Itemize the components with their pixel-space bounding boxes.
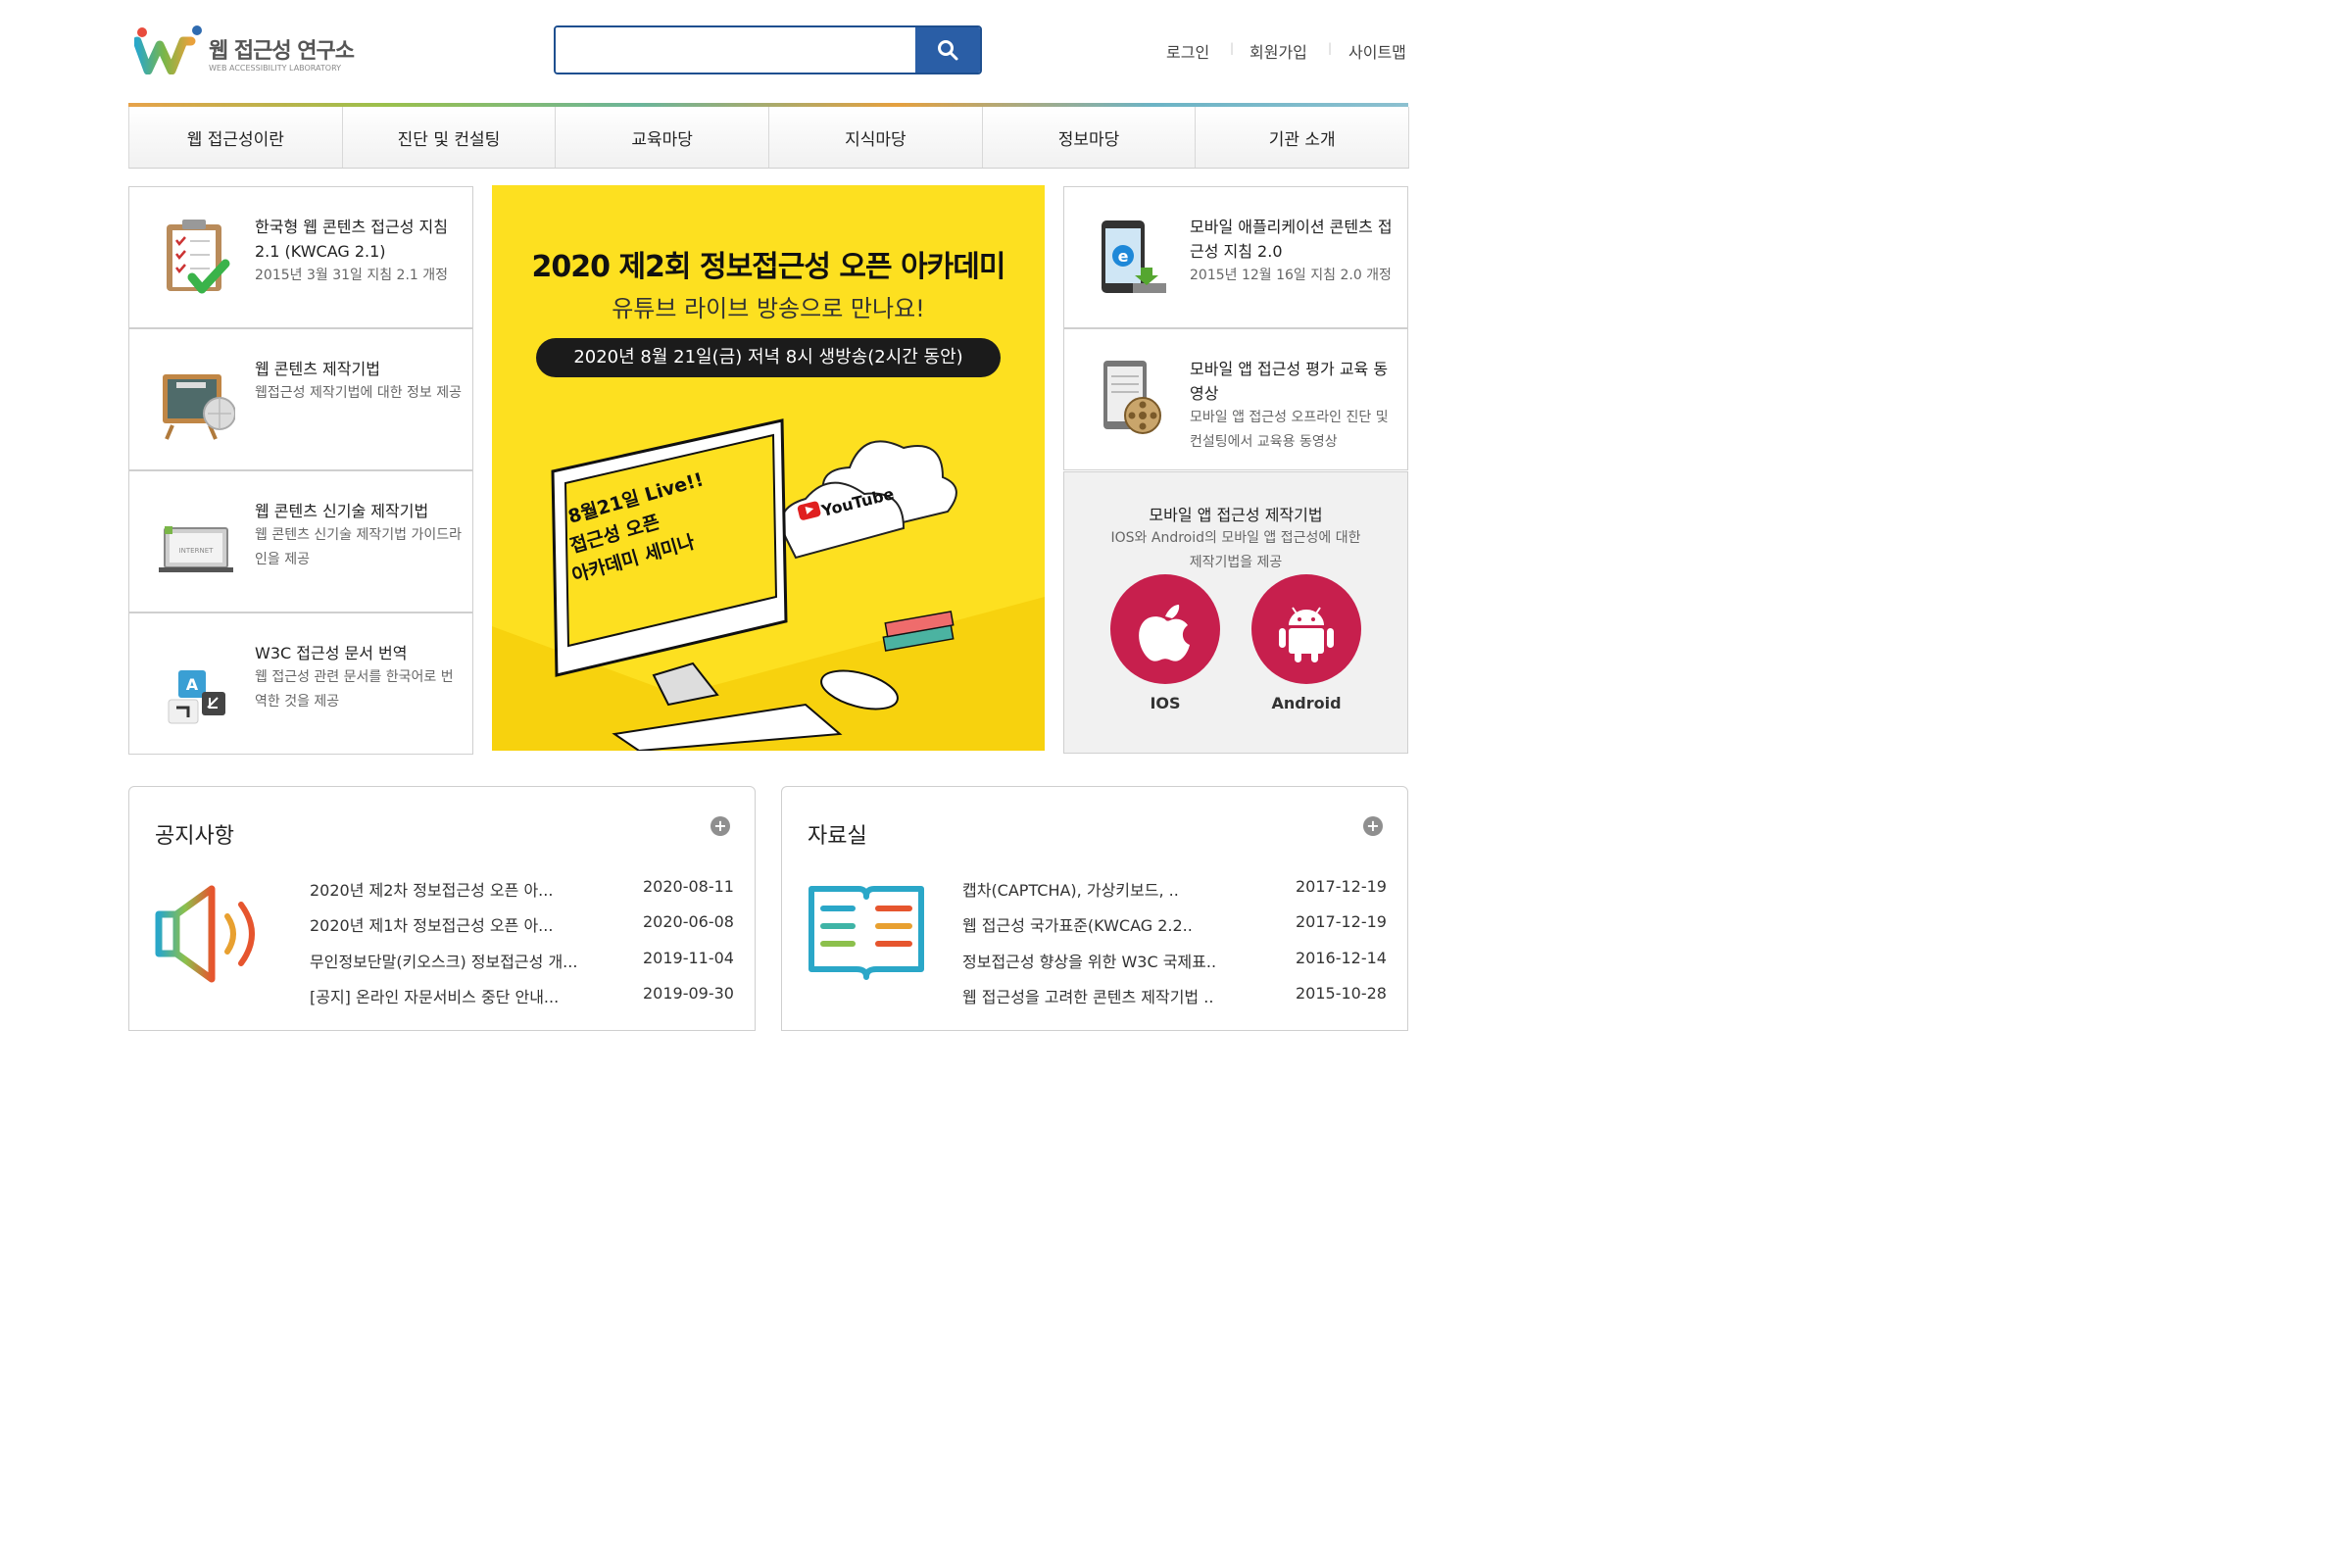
mobile-techniques-box: 모바일 앱 접근성 제작기법 IOS와 Android의 모바일 앱 접근성에 … <box>1063 471 1408 754</box>
blackboard-globe-icon <box>163 374 235 440</box>
card-title: 웹 콘텐츠 제작기법 <box>255 360 380 378</box>
notice-row-date: 2020-06-08 <box>643 912 734 931</box>
search-icon <box>938 40 958 61</box>
archive-row-title[interactable]: 웹 접근성 국가표준(KWCAG 2.2.. <box>962 912 1193 936</box>
logo-title: 웹 접근성 연구소 <box>209 39 355 64</box>
search-input[interactable] <box>556 27 938 73</box>
checklist-clipboard-icon <box>167 220 230 294</box>
notice-row-title[interactable]: 무인정보단말(키오스크) 정보접근성 개... <box>310 949 577 972</box>
divider: | <box>1328 41 1333 55</box>
event-banner[interactable]: 2020 제2회 정보접근성 오픈 아카데미 유튜브 라이브 방송으로 만나요!… <box>492 185 1045 751</box>
card-mobile-video[interactable]: 모바일 앱 접근성 평가 교육 동영상모바일 앱 접근성 오프라인 진단 및 컨… <box>1063 328 1408 470</box>
android-label[interactable]: Android <box>1251 694 1361 712</box>
nav-item-institution[interactable]: 기관 소개 <box>1196 107 1410 168</box>
notice-title: 공지사항 <box>155 824 234 849</box>
notice-row[interactable]: 2020년 제1차 정보접근성 오픈 아... 2020-06-08 <box>310 912 734 936</box>
mobile-box-desc-line2: 제작기법을 제공 <box>1189 555 1283 570</box>
svg-text:INTERNET: INTERNET <box>179 547 215 555</box>
card-new-tech[interactable]: INTERNET 웹 콘텐츠 신기술 제작기법웹 콘텐츠 신기술 제작기법 가이… <box>128 470 473 612</box>
card-title: W3C 접근성 문서 번역 <box>255 644 408 662</box>
archive-row-title[interactable]: 캡차(CAPTCHA), 가상키보드, .. <box>962 877 1179 901</box>
svg-text:A: A <box>186 675 199 694</box>
card-desc: 2015년 3월 31일 지침 2.1 개정 <box>255 268 449 283</box>
card-desc: 웹접근성 제작기법에 대한 정보 제공 <box>255 385 462 401</box>
archive-row-date: 2016-12-14 <box>1296 949 1387 967</box>
card-desc: 2015년 12월 16일 지침 2.0 개정 <box>1190 268 1392 283</box>
main-nav: 웹 접근성이란 진단 및 컨설팅 교육마당 지식마당 정보마당 기관 소개 <box>128 107 1410 169</box>
svg-text:e: e <box>1118 247 1129 266</box>
android-button[interactable] <box>1251 574 1361 684</box>
archive-row[interactable]: 웹 접근성 국가표준(KWCAG 2.2.. 2017-12-19 <box>962 912 1387 936</box>
tablet-film-reel-icon <box>1103 361 1161 434</box>
notice-row[interactable]: 무인정보단말(키오스크) 정보접근성 개... 2019-11-04 <box>310 949 734 972</box>
archive-row[interactable]: 웹 접근성을 고려한 콘텐츠 제작기법 .. 2015-10-28 <box>962 984 1387 1007</box>
sitemap-link[interactable]: 사이트맵 <box>1348 39 1406 63</box>
nav-item-information[interactable]: 정보마당 <box>983 107 1197 168</box>
banner-title: 2020 제2회 정보접근성 오픈 아카데미 <box>531 250 1006 284</box>
archive-row-date: 2015-10-28 <box>1296 984 1387 1003</box>
archive-row-date: 2017-12-19 <box>1296 877 1387 896</box>
search-box <box>554 25 982 74</box>
card-title: 모바일 애플리케이션 콘텐츠 접근성 지침 2.0 <box>1190 218 1393 261</box>
divider: | <box>1230 41 1235 55</box>
login-link[interactable]: 로그인 <box>1166 39 1209 63</box>
card-mobile-guidelines[interactable]: e 모바일 애플리케이션 콘텐츠 접근성 지침 2.0 2015년 12월 16일… <box>1063 186 1408 328</box>
archive-row-title[interactable]: 정보접근성 향상을 위한 W3C 국제표.. <box>962 949 1216 972</box>
banner-date-pill: 2020년 8월 21일(금) 저녁 8시 생방송(2시간 동안) <box>536 338 1001 377</box>
card-desc: 웹 접근성 관련 문서를 한국어로 번역한 것을 제공 <box>255 669 454 710</box>
open-book-icon <box>808 886 924 980</box>
notice-row[interactable]: [공지] 온라인 자문서비스 중단 안내... 2019-09-30 <box>310 984 734 1007</box>
notice-more-button[interactable]: + <box>710 816 730 836</box>
signup-link[interactable]: 회원가입 <box>1250 39 1307 63</box>
speaker-icon <box>155 885 255 983</box>
nav-item-consulting[interactable]: 진단 및 컨설팅 <box>343 107 557 168</box>
notice-board: 공지사항 + 2020년 제2차 정보접근성 오픈 아... 2020-08-11… <box>128 786 756 1031</box>
nav-item-education[interactable]: 교육마당 <box>556 107 770 168</box>
notice-row[interactable]: 2020년 제2차 정보접근성 오픈 아... 2020-08-11 <box>310 877 734 901</box>
archive-more-button[interactable]: + <box>1363 816 1383 836</box>
monitor-illustration: YouTube 8월21일 Live!! 접근성 오픈 아카데미 세미나 <box>492 418 1045 751</box>
android-icon <box>1279 607 1334 662</box>
card-desc: 모바일 앱 접근성 오프라인 진단 및 컨설팅에서 교육용 동영상 <box>1190 410 1389 450</box>
notice-row-title[interactable]: 2020년 제1차 정보접근성 오픈 아... <box>310 912 553 936</box>
card-kwcag[interactable]: 한국형 웹 콘텐츠 접근성 지침 2.1 (KWCAG 2.1) 2015년 3월… <box>128 186 473 328</box>
banner-subtitle: 유튜브 라이브 방송으로 만나요! <box>612 295 925 322</box>
mobile-box-desc-line1: IOS와 Android의 모바일 앱 접근성에 대한 <box>1110 530 1361 546</box>
notice-row-date: 2019-11-04 <box>643 949 734 967</box>
card-web-techniques[interactable]: 웹 콘텐츠 제작기법웹접근성 제작기법에 대한 정보 제공 <box>128 328 473 470</box>
card-title: 한국형 웹 콘텐츠 접근성 지침 2.1 (KWCAG 2.1) <box>255 218 448 261</box>
notice-row-title[interactable]: 2020년 제2차 정보접근성 오픈 아... <box>310 877 553 901</box>
laptop-internet-icon: INTERNET <box>159 526 233 572</box>
card-w3c-translation[interactable]: A W3C 접근성 문서 번역웹 접근성 관련 문서를 한국어로 번역한 것을 … <box>128 612 473 755</box>
nav-item-about-accessibility[interactable]: 웹 접근성이란 <box>129 107 343 168</box>
card-title: 웹 콘텐츠 신기술 제작기법 <box>255 502 429 520</box>
card-title: 모바일 앱 접근성 평가 교육 동영상 <box>1190 360 1389 403</box>
search-button[interactable] <box>915 27 980 73</box>
archive-row[interactable]: 정보접근성 향상을 위한 W3C 국제표.. 2016-12-14 <box>962 949 1387 972</box>
notice-row-date: 2019-09-30 <box>643 984 734 1003</box>
archive-row-date: 2017-12-19 <box>1296 912 1387 931</box>
archive-title: 자료실 <box>808 824 867 849</box>
nav-item-knowledge[interactable]: 지식마당 <box>769 107 983 168</box>
mobile-ie-icon: e <box>1102 220 1166 293</box>
notice-row-title[interactable]: [공지] 온라인 자문서비스 중단 안내... <box>310 984 559 1007</box>
apple-icon <box>1139 605 1190 662</box>
archive-row-title[interactable]: 웹 접근성을 고려한 콘텐츠 제작기법 .. <box>962 984 1213 1007</box>
ios-label[interactable]: IOS <box>1110 694 1220 712</box>
mobile-box-title: 모바일 앱 접근성 제작기법 <box>1149 506 1323 524</box>
card-desc: 웹 콘텐츠 신기술 제작기법 가이드라인을 제공 <box>255 527 462 567</box>
ios-button[interactable] <box>1110 574 1220 684</box>
notice-row-date: 2020-08-11 <box>643 877 734 896</box>
logo-subtitle: WEB ACCESSIBILITY LABORATORY <box>209 64 342 73</box>
logo-icon[interactable] <box>134 24 203 74</box>
archive-board: 자료실 + 캡차(CAPTCHA), 가상키보드, .. 2017-12-19 웹… <box>781 786 1408 1031</box>
translate-blocks-icon: A <box>168 670 225 724</box>
archive-row[interactable]: 캡차(CAPTCHA), 가상키보드, .. 2017-12-19 <box>962 877 1387 901</box>
